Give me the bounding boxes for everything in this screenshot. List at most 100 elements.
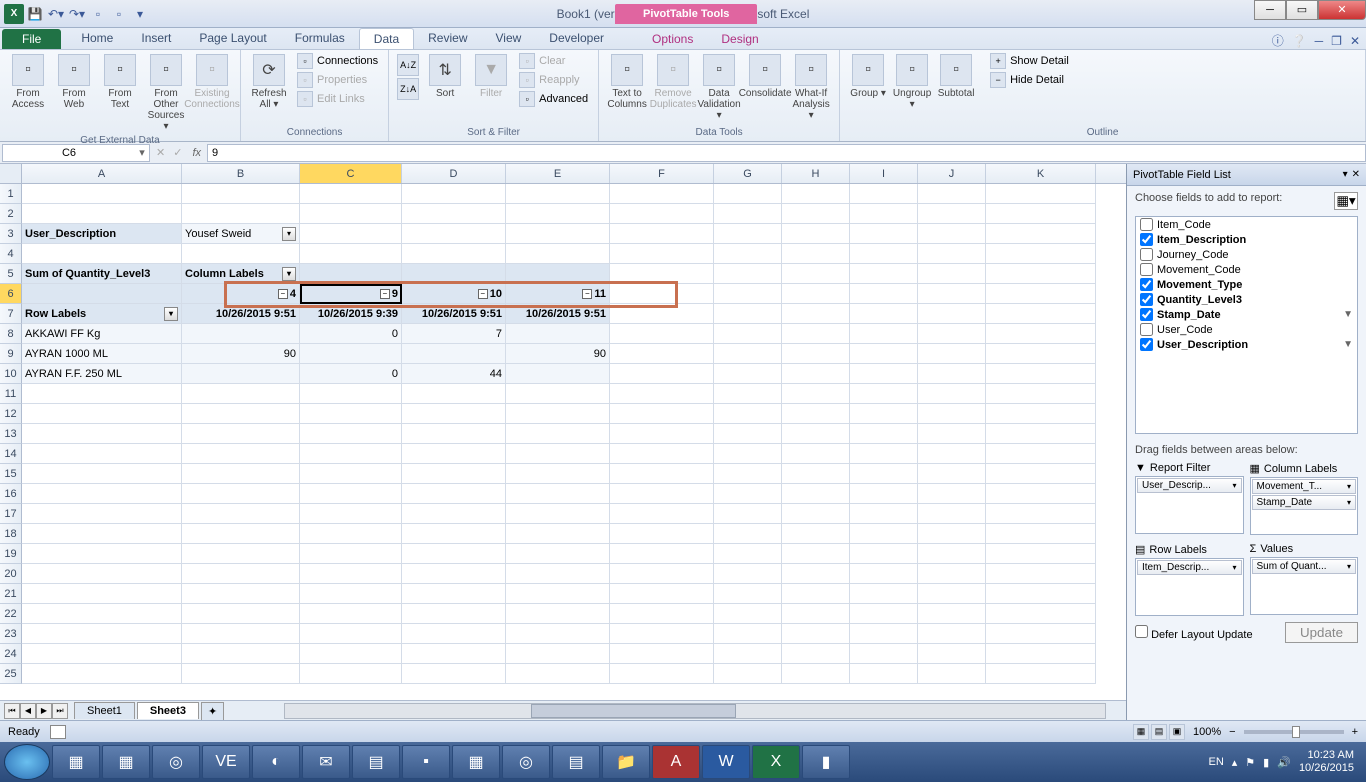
val-2-1[interactable]: 0 xyxy=(300,364,402,384)
cell-B1[interactable] xyxy=(182,184,300,204)
cell[interactable] xyxy=(918,364,986,384)
field-user_description[interactable]: User_Description▼ xyxy=(1136,337,1357,352)
filter-dropdown-icon[interactable]: ▾ xyxy=(282,267,296,281)
cell[interactable] xyxy=(402,484,506,504)
cell[interactable] xyxy=(22,284,182,304)
sort-asc-icon[interactable]: A↓Z xyxy=(397,54,419,76)
cell-K2[interactable] xyxy=(986,204,1096,224)
col-header-E[interactable]: E xyxy=(506,164,610,183)
cell[interactable] xyxy=(782,484,850,504)
cell[interactable] xyxy=(714,584,782,604)
name-box[interactable]: C6 ▾ xyxy=(2,144,150,162)
cell[interactable] xyxy=(850,324,918,344)
row-header-10[interactable]: 10 xyxy=(0,364,22,384)
cell[interactable] xyxy=(986,364,1096,384)
cell[interactable] xyxy=(850,364,918,384)
area-list-values[interactable]: Sum of Quant...▾ xyxy=(1250,557,1359,615)
cell[interactable] xyxy=(918,324,986,344)
cell[interactable] xyxy=(918,504,986,524)
cell[interactable] xyxy=(402,444,506,464)
cell[interactable] xyxy=(402,504,506,524)
row-header-25[interactable]: 25 xyxy=(0,664,22,684)
col-header-A[interactable]: A xyxy=(22,164,182,183)
cell[interactable] xyxy=(850,484,918,504)
cell[interactable] xyxy=(986,344,1096,364)
cell[interactable] xyxy=(506,544,610,564)
cell[interactable] xyxy=(986,244,1096,264)
cell[interactable] xyxy=(182,564,300,584)
cell[interactable] xyxy=(850,624,918,644)
row-header-20[interactable]: 20 xyxy=(0,564,22,584)
field-user_code[interactable]: User_Code xyxy=(1136,322,1357,337)
cell[interactable] xyxy=(300,444,402,464)
tab-formulas[interactable]: Formulas xyxy=(281,28,359,49)
field-movement_code[interactable]: Movement_Code xyxy=(1136,262,1357,277)
area-list-row_labels[interactable]: Item_Descrip...▾ xyxy=(1135,558,1244,616)
fx-icon[interactable]: fx xyxy=(186,147,207,159)
cell[interactable] xyxy=(782,224,850,244)
sort-desc-icon[interactable]: Z↓A xyxy=(397,78,419,100)
cell[interactable] xyxy=(918,464,986,484)
cell[interactable] xyxy=(782,404,850,424)
cell[interactable] xyxy=(300,624,402,644)
cell[interactable] xyxy=(782,264,850,284)
cell[interactable] xyxy=(182,484,300,504)
cell[interactable] xyxy=(402,464,506,484)
tray-date[interactable]: 10/26/2015 xyxy=(1299,762,1354,775)
page-break-view-icon[interactable]: ▣ xyxy=(1169,724,1185,740)
save-icon[interactable]: 💾 xyxy=(25,4,45,24)
row-header-6[interactable]: 6 xyxy=(0,284,22,304)
cell[interactable] xyxy=(714,404,782,424)
cell[interactable] xyxy=(850,424,918,444)
workbook-close-icon[interactable]: ✕ xyxy=(1350,34,1360,48)
sort-button[interactable]: ⇅Sort xyxy=(423,52,467,101)
cell[interactable] xyxy=(506,424,610,444)
cell[interactable] xyxy=(986,284,1096,304)
filter-dropdown-icon[interactable]: ▾ xyxy=(282,227,296,241)
cell[interactable] xyxy=(22,404,182,424)
sf-clear[interactable]: ▫Clear xyxy=(515,52,592,70)
cell[interactable] xyxy=(918,244,986,264)
cell[interactable] xyxy=(610,564,714,584)
cell[interactable] xyxy=(918,424,986,444)
zoom-slider[interactable] xyxy=(1244,730,1344,734)
cell[interactable] xyxy=(714,604,782,624)
maximize-button[interactable]: ▭ xyxy=(1286,0,1318,20)
cell[interactable] xyxy=(782,244,850,264)
cell[interactable] xyxy=(714,664,782,684)
cell[interactable] xyxy=(300,564,402,584)
cell[interactable] xyxy=(506,524,610,544)
close-button[interactable]: ✕ xyxy=(1318,0,1366,20)
taskbar-app-7[interactable]: ▤ xyxy=(352,745,400,779)
row-header-23[interactable]: 23 xyxy=(0,624,22,644)
cell[interactable] xyxy=(610,664,714,684)
taskbar-app-9[interactable]: ▦ xyxy=(452,745,500,779)
val-2-0[interactable] xyxy=(182,364,300,384)
cell[interactable] xyxy=(714,364,782,384)
collapse-icon[interactable]: − xyxy=(582,289,592,299)
row-header-24[interactable]: 24 xyxy=(0,644,22,664)
cell[interactable] xyxy=(986,484,1096,504)
taskbar-app-10[interactable]: ◎ xyxy=(502,745,550,779)
cell[interactable] xyxy=(402,644,506,664)
field-journey_code[interactable]: Journey_Code xyxy=(1136,247,1357,262)
row-header-12[interactable]: 12 xyxy=(0,404,22,424)
external-btn-3[interactable]: ▫From Other Sources ▾ xyxy=(144,52,188,134)
cell[interactable] xyxy=(986,304,1096,324)
external-btn-4[interactable]: ▫Existing Connections xyxy=(190,52,234,112)
taskbar-word[interactable]: W xyxy=(702,745,750,779)
cell[interactable] xyxy=(22,484,182,504)
datatool-btn-3[interactable]: ▫Consolidate xyxy=(743,52,787,101)
tab-nav-last[interactable]: ⏭ xyxy=(52,703,68,719)
row-item-1[interactable]: AYRAN 1000 ML xyxy=(22,344,182,364)
cell[interactable] xyxy=(782,364,850,384)
cell[interactable] xyxy=(986,404,1096,424)
area-chip[interactable]: Sum of Quant...▾ xyxy=(1252,559,1357,574)
help-icon[interactable]: ❔ xyxy=(1292,34,1307,48)
datatool-btn-1[interactable]: ▫Remove Duplicates xyxy=(651,52,695,112)
cell[interactable] xyxy=(986,644,1096,664)
cell[interactable] xyxy=(506,624,610,644)
cell[interactable] xyxy=(986,564,1096,584)
qat-customize-icon[interactable]: ▾ xyxy=(130,4,150,24)
tab-insert[interactable]: Insert xyxy=(127,28,185,49)
